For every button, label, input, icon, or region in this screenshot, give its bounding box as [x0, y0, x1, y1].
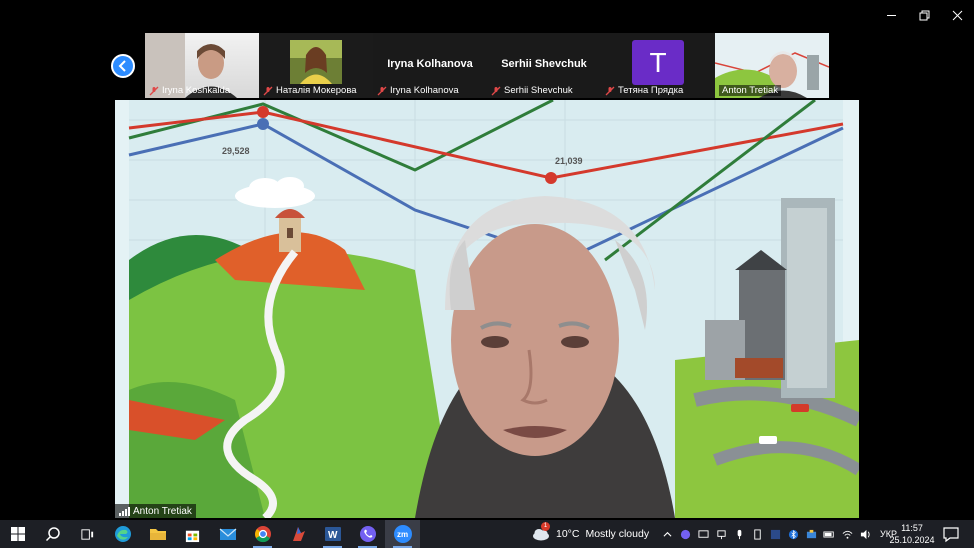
avatar-letter: T: [649, 46, 667, 78]
avatar: T: [632, 40, 684, 85]
clock-time: 11:57: [901, 523, 923, 533]
cloud-icon: 1: [532, 522, 550, 541]
restore-icon: [919, 10, 930, 20]
security-icon[interactable]: [804, 527, 818, 541]
participant-name-row: Anton Tretiak: [719, 85, 781, 96]
notifications-icon[interactable]: [942, 525, 960, 543]
close-button[interactable]: [941, 0, 974, 30]
participant-tile[interactable]: T Тетяна Прядка: [601, 33, 715, 98]
speaker-name: Anton Tretiak: [133, 505, 192, 517]
store-icon: [185, 530, 200, 542]
mic-muted-icon: [149, 86, 159, 95]
viber-tray-icon[interactable]: [678, 527, 692, 541]
participant-name: Iryna Koshkalda: [162, 85, 231, 96]
mail-button[interactable]: [210, 520, 245, 548]
weather-temp: 10°C: [556, 528, 580, 540]
clock[interactable]: 11:57 25.10.2024: [886, 522, 938, 546]
word-icon: W: [324, 527, 341, 541]
windows-start-icon: [10, 527, 25, 541]
participant-name: Anton Tretiak: [722, 85, 778, 96]
mic-muted-icon: [605, 86, 615, 95]
battery-icon[interactable]: [822, 527, 836, 541]
chart-label-mid: 21,039: [555, 156, 583, 166]
gallery-prev-button[interactable]: [111, 54, 135, 78]
app-button[interactable]: [280, 520, 315, 548]
signal-strength-icon: [119, 506, 130, 516]
participant-strip: Iryna Koshkalda Наталія Мокерова Iryna K…: [145, 33, 830, 98]
display-icon[interactable]: [714, 527, 728, 541]
restore-button[interactable]: [908, 0, 941, 30]
mic-muted-icon: [263, 86, 273, 95]
svg-text:W: W: [328, 530, 338, 541]
weather-condition: Mostly cloudy: [585, 528, 650, 540]
participant-name-row: Наталія Мокерова: [263, 85, 357, 96]
mic-muted-icon: [377, 86, 387, 95]
participant-tile[interactable]: Iryna Koshkalda: [145, 33, 259, 98]
taskbar: W zm 1 10°C Mostly cloudy УКР 11:57 25.1…: [0, 520, 974, 548]
speaker-name-tag: Anton Tretiak: [115, 504, 196, 518]
search-icon: [45, 527, 60, 542]
participant-name: Наталія Мокерова: [276, 85, 357, 96]
viber-button[interactable]: [350, 520, 385, 548]
clock-date: 25.10.2024: [889, 535, 935, 545]
zoom-button[interactable]: zm: [385, 520, 420, 548]
word-button[interactable]: W: [315, 520, 350, 548]
app-tray-icon[interactable]: [768, 527, 782, 541]
edge-button[interactable]: [105, 520, 140, 548]
weather-alert-badge: 1: [541, 522, 550, 531]
system-tray: УКР: [660, 520, 897, 548]
participant-name-row: Serhii Shevchuk: [491, 85, 573, 96]
participant-display-name: Iryna Kolhanova: [387, 58, 473, 70]
participant-tile[interactable]: Наталія Мокерова: [259, 33, 373, 98]
zoom-label: zm: [396, 529, 409, 539]
participant-tile[interactable]: Serhii Shevchuk Serhii Shevchuk: [487, 33, 601, 98]
edge-icon: [114, 526, 131, 542]
app-icon: [292, 527, 305, 541]
minimize-icon: [887, 14, 896, 16]
search-button[interactable]: [35, 520, 70, 548]
chrome-button[interactable]: [245, 520, 280, 548]
task-view-button[interactable]: [70, 520, 105, 548]
chart-label-left: 29,528: [222, 146, 250, 156]
weather-widget[interactable]: 1 10°C Mostly cloudy: [532, 520, 649, 548]
participant-name-row: Тетяна Прядка: [605, 85, 683, 96]
wifi-icon[interactable]: [840, 527, 854, 541]
participant-name: Тетяна Прядка: [618, 85, 684, 96]
main-video: 29,528 21,039: [115, 100, 859, 518]
windows-start-button[interactable]: [0, 520, 35, 548]
window-controls: [875, 0, 974, 30]
task-view-icon: [81, 528, 94, 540]
volume-icon[interactable]: [858, 527, 872, 541]
participant-name-row: Iryna Koshkalda: [149, 85, 230, 96]
file-explorer-button[interactable]: [140, 520, 175, 548]
usb-icon[interactable]: [750, 527, 764, 541]
file-explorer-icon: [149, 529, 166, 540]
close-icon: [952, 10, 963, 20]
microphone-icon[interactable]: [732, 527, 746, 541]
mail-icon: [219, 528, 236, 540]
participant-display-name: Serhii Shevchuk: [501, 58, 587, 70]
bluetooth-icon[interactable]: [786, 527, 800, 541]
chevron-up-icon[interactable]: [660, 527, 674, 541]
store-button[interactable]: [175, 520, 210, 548]
participant-name: Serhii Shevchuk: [504, 85, 573, 96]
participant-name-row: Iryna Kolhanova: [377, 85, 459, 96]
speaker-video: 29,528 21,039: [115, 100, 859, 518]
mic-muted-icon: [491, 86, 501, 95]
chat-icon[interactable]: [696, 527, 710, 541]
viber-icon: [359, 526, 376, 542]
participant-tile[interactable]: Iryna Kolhanova Iryna Kolhanova: [373, 33, 487, 98]
minimize-button[interactable]: [875, 0, 908, 30]
participant-name: Iryna Kolhanova: [390, 85, 459, 96]
participant-tile-active[interactable]: Anton Tretiak: [715, 33, 829, 98]
chevron-left-icon: [118, 60, 126, 72]
chrome-icon: [254, 526, 271, 543]
